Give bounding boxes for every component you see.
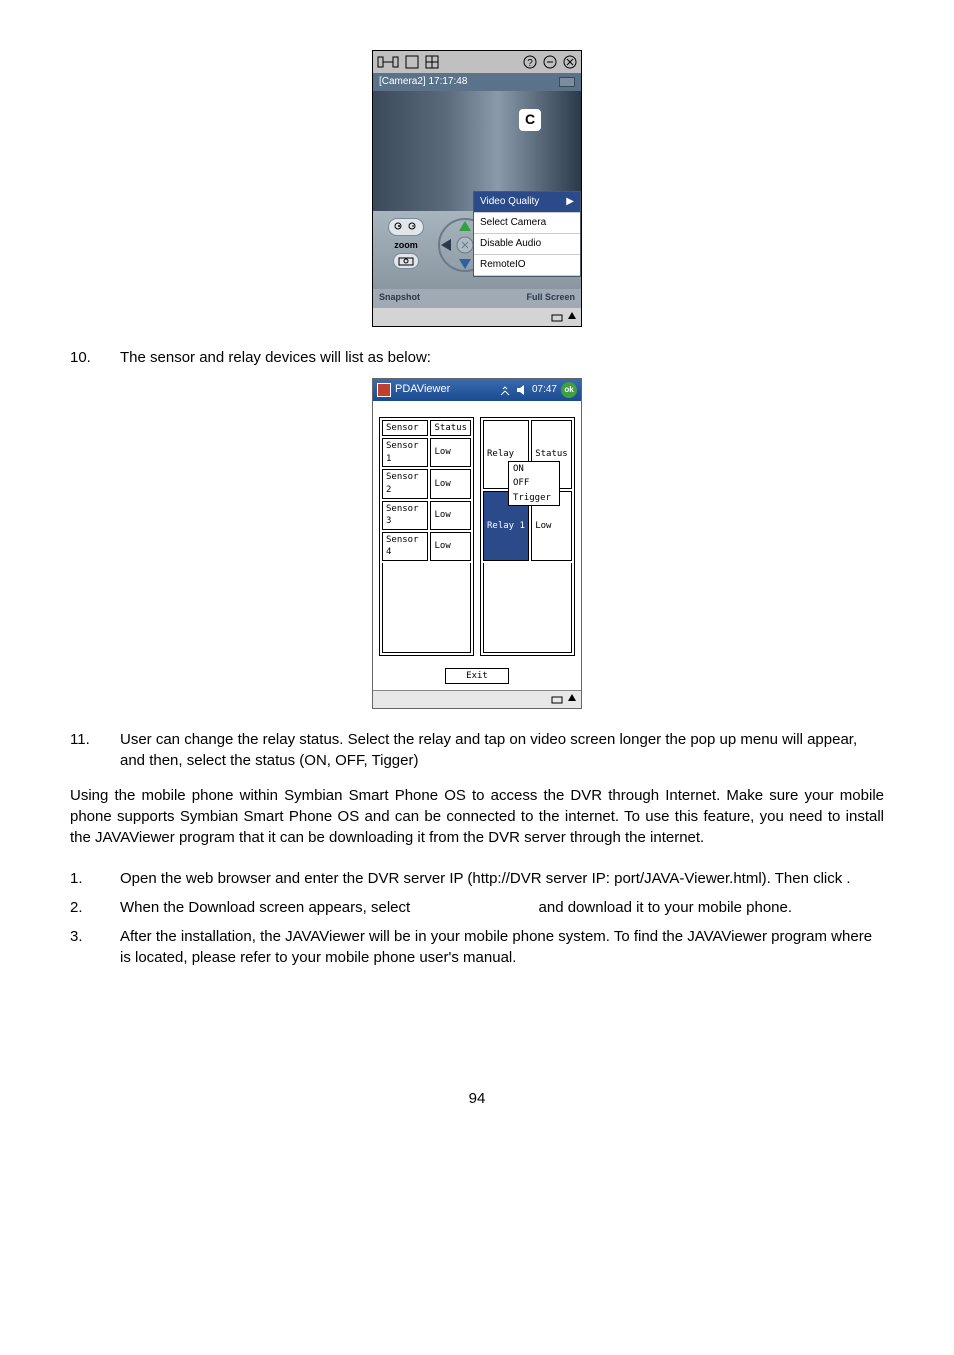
context-menu: Video Quality▶ Select Camera Disable Aud… [473,191,581,277]
table-row: Sensor 1Low [382,438,471,467]
chevron-right-icon: ▶ [566,195,574,209]
bottom-row: Snapshot Full Screen [373,289,581,308]
menu-remote-io[interactable]: RemoteIO [474,255,580,276]
page-number: 94 [70,1088,884,1109]
svg-text:?: ? [527,58,533,69]
pda-titlebar: PDAViewer 07:47 ok [373,379,581,401]
pda-time: 07:47 [532,383,557,397]
device-topbar: ? [373,51,581,73]
table-row: Sensor 3Low [382,501,471,530]
minimize-icon [543,55,557,69]
exit-button[interactable]: Exit [445,668,509,684]
table-row: Sensor 4Low [382,532,471,561]
close-icon [563,55,577,69]
snapshot-pill[interactable] [393,253,419,269]
pdaviewer-screenshot: PDAViewer 07:47 ok Sensor Status [372,378,582,709]
snapshot-label: Snapshot [379,291,420,304]
paragraph-symbian: Using the mobile phone within Symbian Sm… [70,785,884,848]
item-number: 2. [70,897,120,918]
video-area: C Video Quality▶ Select Camera Disable A… [373,91,581,211]
item-text: When the Download screen appears, select… [120,897,884,918]
up-arrow-icon [567,693,577,705]
camera-viewer-screenshot: ? [Camera2] 17:17:48 C Video Quality▶ Se… [372,50,582,327]
camera-label-text: [Camera2] 17:17:48 [379,75,467,89]
list-item-11: 11. User can change the relay status. Se… [70,729,884,771]
item-text: User can change the relay status. Select… [120,729,884,771]
help-icon: ? [523,55,537,69]
popup-on[interactable]: ON [509,462,559,477]
grid-icon [425,55,439,69]
device-taskbar [373,308,581,326]
popup-off[interactable]: OFF [509,476,559,491]
menu-video-quality[interactable]: Video Quality▶ [474,192,580,213]
list-item-1: 1. Open the web browser and enter the DV… [70,868,884,889]
menu-disable-audio[interactable]: Disable Audio [474,234,580,255]
camera-small-icon [559,77,575,87]
window-icon [405,55,419,69]
fullscreen-label: Full Screen [526,291,575,304]
speaker-icon [516,384,528,396]
item-number: 3. [70,926,120,968]
list-item-3: 3. After the installation, the JAVAViewe… [70,926,884,968]
keyboard-icon [551,311,563,323]
windows-flag-icon [377,383,391,397]
list-item-10: 10. The sensor and relay devices will li… [70,347,884,368]
camera-label: [Camera2] 17:17:48 [373,73,581,91]
item-number: 10. [70,347,120,368]
ok-button[interactable]: ok [561,382,577,398]
c-badge: C [519,109,541,131]
status-header: Status [430,420,471,437]
signal-icon [500,384,512,396]
up-arrow-icon [567,311,577,323]
item-text: After the installation, the JAVAViewer w… [120,926,884,968]
relay-table: Relay Status Relay 1Low [480,417,575,656]
sensor-table: Sensor Status Sensor 1Low Sensor 2Low Se… [379,417,474,656]
table-row: Sensor 2Low [382,469,471,498]
list-item-2: 2. When the Download screen appears, sel… [70,897,884,918]
item-text: The sensor and relay devices will list a… [120,347,884,368]
zoom-label: zoom [379,239,433,252]
pda-taskbar [373,690,581,708]
pda-body: Sensor Status Sensor 1Low Sensor 2Low Se… [373,401,581,690]
relay-status-popup: ON OFF Trigger [508,461,560,507]
pda-title: PDAViewer [395,382,496,397]
sensor-header: Sensor [382,420,428,437]
popup-trigger[interactable]: Trigger [509,491,559,506]
item-text: Open the web browser and enter the DVR s… [120,868,884,889]
keyboard-icon [551,693,563,705]
item-number: 1. [70,868,120,889]
sync-icon [377,55,399,69]
menu-select-camera[interactable]: Select Camera [474,213,580,234]
zoom-pill[interactable] [388,218,424,236]
item-number: 11. [70,729,120,771]
